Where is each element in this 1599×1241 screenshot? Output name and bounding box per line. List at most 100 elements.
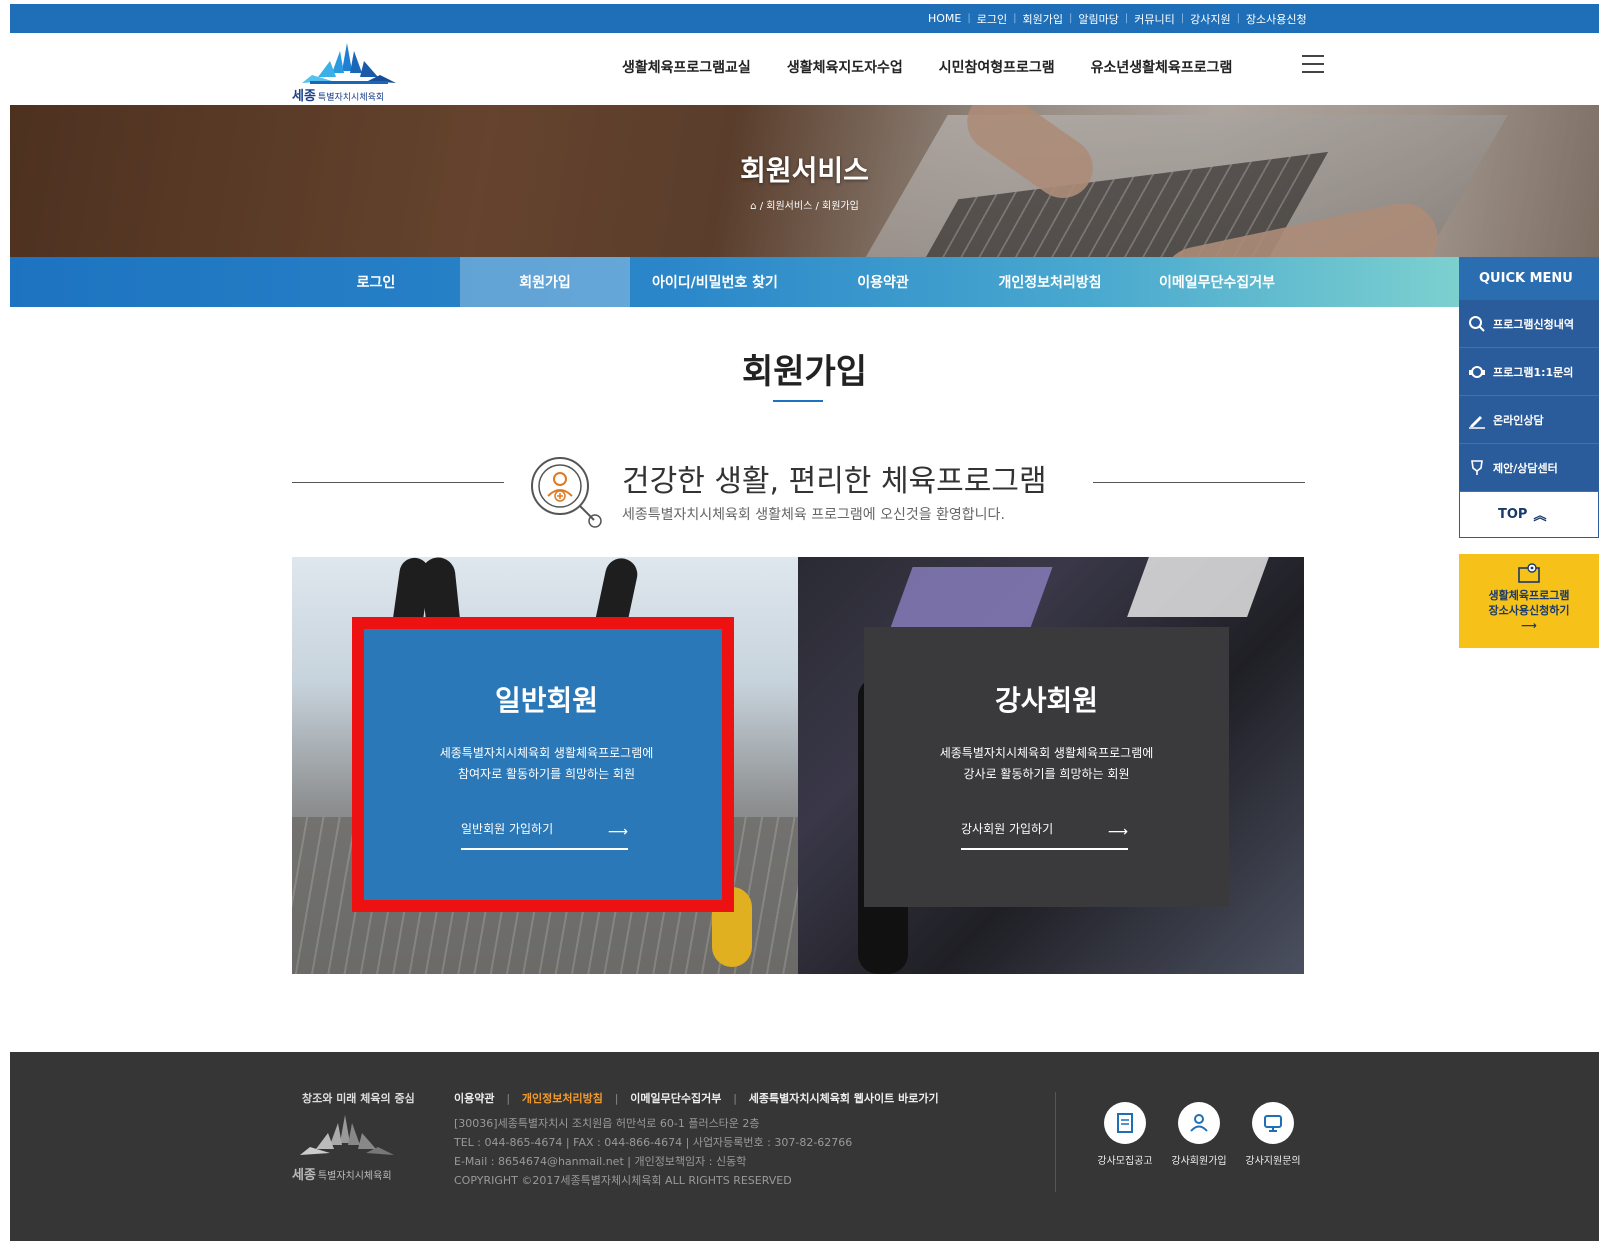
tab-privacy[interactable]: 개인정보처리방침 [966,257,1134,307]
utility-link-instructor-apply[interactable]: 강사지원 [1190,11,1230,27]
footer-logo-emblem-icon [300,1115,394,1155]
nav-item-citizen-program[interactable]: 시민참여형프로그램 [939,57,1055,77]
card-description-line: 참여자로 활동하기를 희망하는 회원 [457,767,636,781]
footer-logo-sub: 특별자치시체육회 [317,1171,392,1182]
footer-button-join[interactable]: 강사회원가입 [1168,1102,1230,1167]
utility-link-login[interactable]: 로그인 [977,11,1007,27]
membership-cards: 일반회원 세종특별자치시체육회 생활체육프로그램에 참여자로 활동하기를 희망하… [292,557,1304,974]
card-title: 강사회원 [994,684,1099,717]
site-header: 세종 특별자치시체육회 생활체육프로그램교실 생활체육지도자수업 시민참여형프로그… [10,33,1599,105]
footer-logo-text: 세종 특별자치시체육회 [292,1164,392,1183]
site-logo[interactable]: 세종 특별자치시체육회 [292,41,422,104]
hero-title: 회원서비스 [740,154,869,187]
subnav-spacer [10,257,292,307]
separator: | [506,1092,511,1105]
footer-contact: TEL : 044-865-4674 | FAX : 044-866-4674 … [454,1136,853,1149]
footer-divider [1055,1092,1056,1192]
logo-text: 세종 특별자치시체육회 [292,85,384,104]
nav-item-youth-program[interactable]: 유소년생활체육프로그램 [1091,57,1233,77]
quick-item-suggestion[interactable]: 제안/상담센터 [1459,444,1599,492]
tab-email-refusal[interactable]: 이메일무단수집거부 [1134,257,1300,307]
tab-login[interactable]: 로그인 [292,257,460,307]
card-title: 일반회원 [494,684,599,717]
footer-button-label: 강사지원문의 [1245,1156,1301,1167]
monitor-icon [1252,1102,1294,1144]
arrow-right-icon: ⟶ [1521,619,1537,632]
utility-link-join[interactable]: 회원가입 [1023,11,1063,27]
tab-join[interactable]: 회원가입 [460,257,630,307]
jacket-image [1127,557,1269,617]
quick-item-label: 온라인상담 [1493,413,1544,427]
footer-button-inquiry[interactable]: 강사지원문의 [1242,1102,1304,1167]
join-link-label: 일반회원 가입하기 [461,822,554,836]
general-member-card[interactable]: 일반회원 세종특별자치시체육회 생활체육프로그램에 참여자로 활동하기를 희망하… [364,627,729,907]
separator: | [1124,13,1129,24]
instructor-member-card[interactable]: 강사회원 세종특별자치시체육회 생활체육프로그램에 강사로 활동하기를 희망하는… [864,627,1229,907]
general-join-link[interactable]: 일반회원 가입하기 ⟶ [461,820,628,850]
footer-button-recruit[interactable]: 강사모집공고 [1094,1102,1156,1167]
banner-line-1: 생활체육프로그램 [1488,589,1570,602]
top-label: TOP [1498,507,1528,522]
separator: | [1180,13,1185,24]
footer-link-email-refusal[interactable]: 이메일무단수집거부 [630,1092,721,1105]
intro-heading: 건강한 생활, 편리한 체육프로그램 [622,464,1047,499]
document-icon [1104,1102,1146,1144]
nav-item-leader-class[interactable]: 생활체육지도자수업 [787,57,903,77]
utility-link-venue-apply[interactable]: 장소사용신청 [1246,11,1307,27]
footer-links: 이용약관 | 개인정보처리방침 | 이메일무단수집거부 | 세종특별자치시체육회… [454,1090,939,1106]
divider-left [292,482,504,483]
map-pin-icon [1518,563,1540,583]
tab-find-account[interactable]: 아이디/비밀번호 찾기 [630,257,800,307]
footer-link-main-site[interactable]: 세종특별자치시체육회 웹사이트 바로가기 [749,1092,939,1105]
divider-right [1093,482,1305,483]
utility-link-community[interactable]: 커뮤니티 [1134,11,1174,27]
arrow-right-icon: ⟶ [607,824,628,840]
home-icon[interactable]: ⌂ [750,201,756,212]
footer-link-privacy[interactable]: 개인정보처리방침 [522,1092,603,1105]
scroll-top-button[interactable]: TOP ︽ [1459,492,1599,538]
utility-links: HOME | 로그인 | 회원가입 | 알림마당 | 커뮤니티 | 강사지원 |… [928,4,1307,33]
hero-banner: 회원서비스 ⌂ / 회원서비스 / 회원가입 [10,105,1599,257]
footer-link-terms[interactable]: 이용약관 [454,1092,494,1105]
quick-item-label: 프로그램신청내역 [1493,317,1574,331]
footer-address: [30036]세종특별자치시 조치원읍 허만석로 60-1 플러스타운 2층 [454,1117,760,1130]
separator: | [1068,13,1073,24]
footer-quick-buttons: 강사모집공고 강사회원가입 강사지원문의 [1094,1102,1304,1167]
footer-button-label: 강사모집공고 [1097,1156,1153,1167]
main-navigation: 생활체육프로그램교실 생활체육지도자수업 시민참여형프로그램 유소년생활체육프로… [622,57,1232,77]
trophy-icon [1467,458,1487,478]
breadcrumb: ⌂ / 회원서비스 / 회원가입 [750,201,859,212]
logo-main-text: 세종 [292,89,316,104]
separator: | [1013,13,1017,24]
quick-item-label: 제안/상담센터 [1493,461,1558,475]
card-description-line: 강사로 활동하기를 희망하는 회원 [963,767,1130,781]
quick-item-online-counsel[interactable]: 온라인상담 [1459,396,1599,444]
quick-item-program-history[interactable]: 프로그램신청내역 [1459,300,1599,348]
menu-hamburger-icon[interactable] [1302,55,1324,75]
tab-terms[interactable]: 이용약관 [800,257,966,307]
search-icon [1467,314,1487,334]
nav-item-program-class[interactable]: 생활체육프로그램교실 [622,57,751,77]
separator: | [967,13,971,24]
footer-logo-main: 세종 [292,1168,316,1183]
utility-link-home[interactable]: HOME [928,12,961,25]
card-description-line: 세종특별자치시체육회 생활체육프로그램에 [439,746,654,760]
venue-apply-banner[interactable]: 생활체육프로그램 장소사용신청하기 ⟶ [1459,554,1599,648]
sub-navigation: 로그인 회원가입 아이디/비밀번호 찾기 이용약관 개인정보처리방침 이메일무단… [10,257,1460,307]
pencil-icon [1467,410,1487,430]
quick-menu: QUICK MENU 프로그램신청내역 프로그램1:1문의 온라인상담 제안/상… [1459,257,1599,648]
card-description: 세종특별자치시체육회 생활체육프로그램에 강사로 활동하기를 희망하는 회원 [864,743,1229,785]
footer-slogan: 창조와 미래 체육의 중심 [302,1092,415,1105]
arrow-right-icon: ⟶ [1107,824,1128,840]
banner-line-2: 장소사용신청하기 [1488,604,1570,617]
footer-logo: 세종 특별자치시체육회 [290,1112,430,1183]
utility-link-notice[interactable]: 알림마당 [1078,11,1118,27]
breadcrumb-item[interactable]: 회원서비스 [766,201,812,212]
instructor-join-link[interactable]: 강사회원 가입하기 ⟶ [961,820,1128,850]
chevron-up-icon: ︽ [1533,509,1547,524]
member-search-icon [528,454,604,530]
card-description-line: 세종특별자치시체육회 생활체육프로그램에 [939,746,1154,760]
join-link-label: 강사회원 가입하기 [961,822,1054,836]
footer-email: E-Mail : 8654674@hanmail.net | 개인정보책임자 :… [454,1155,747,1168]
quick-menu-title: QUICK MENU [1459,257,1599,300]
